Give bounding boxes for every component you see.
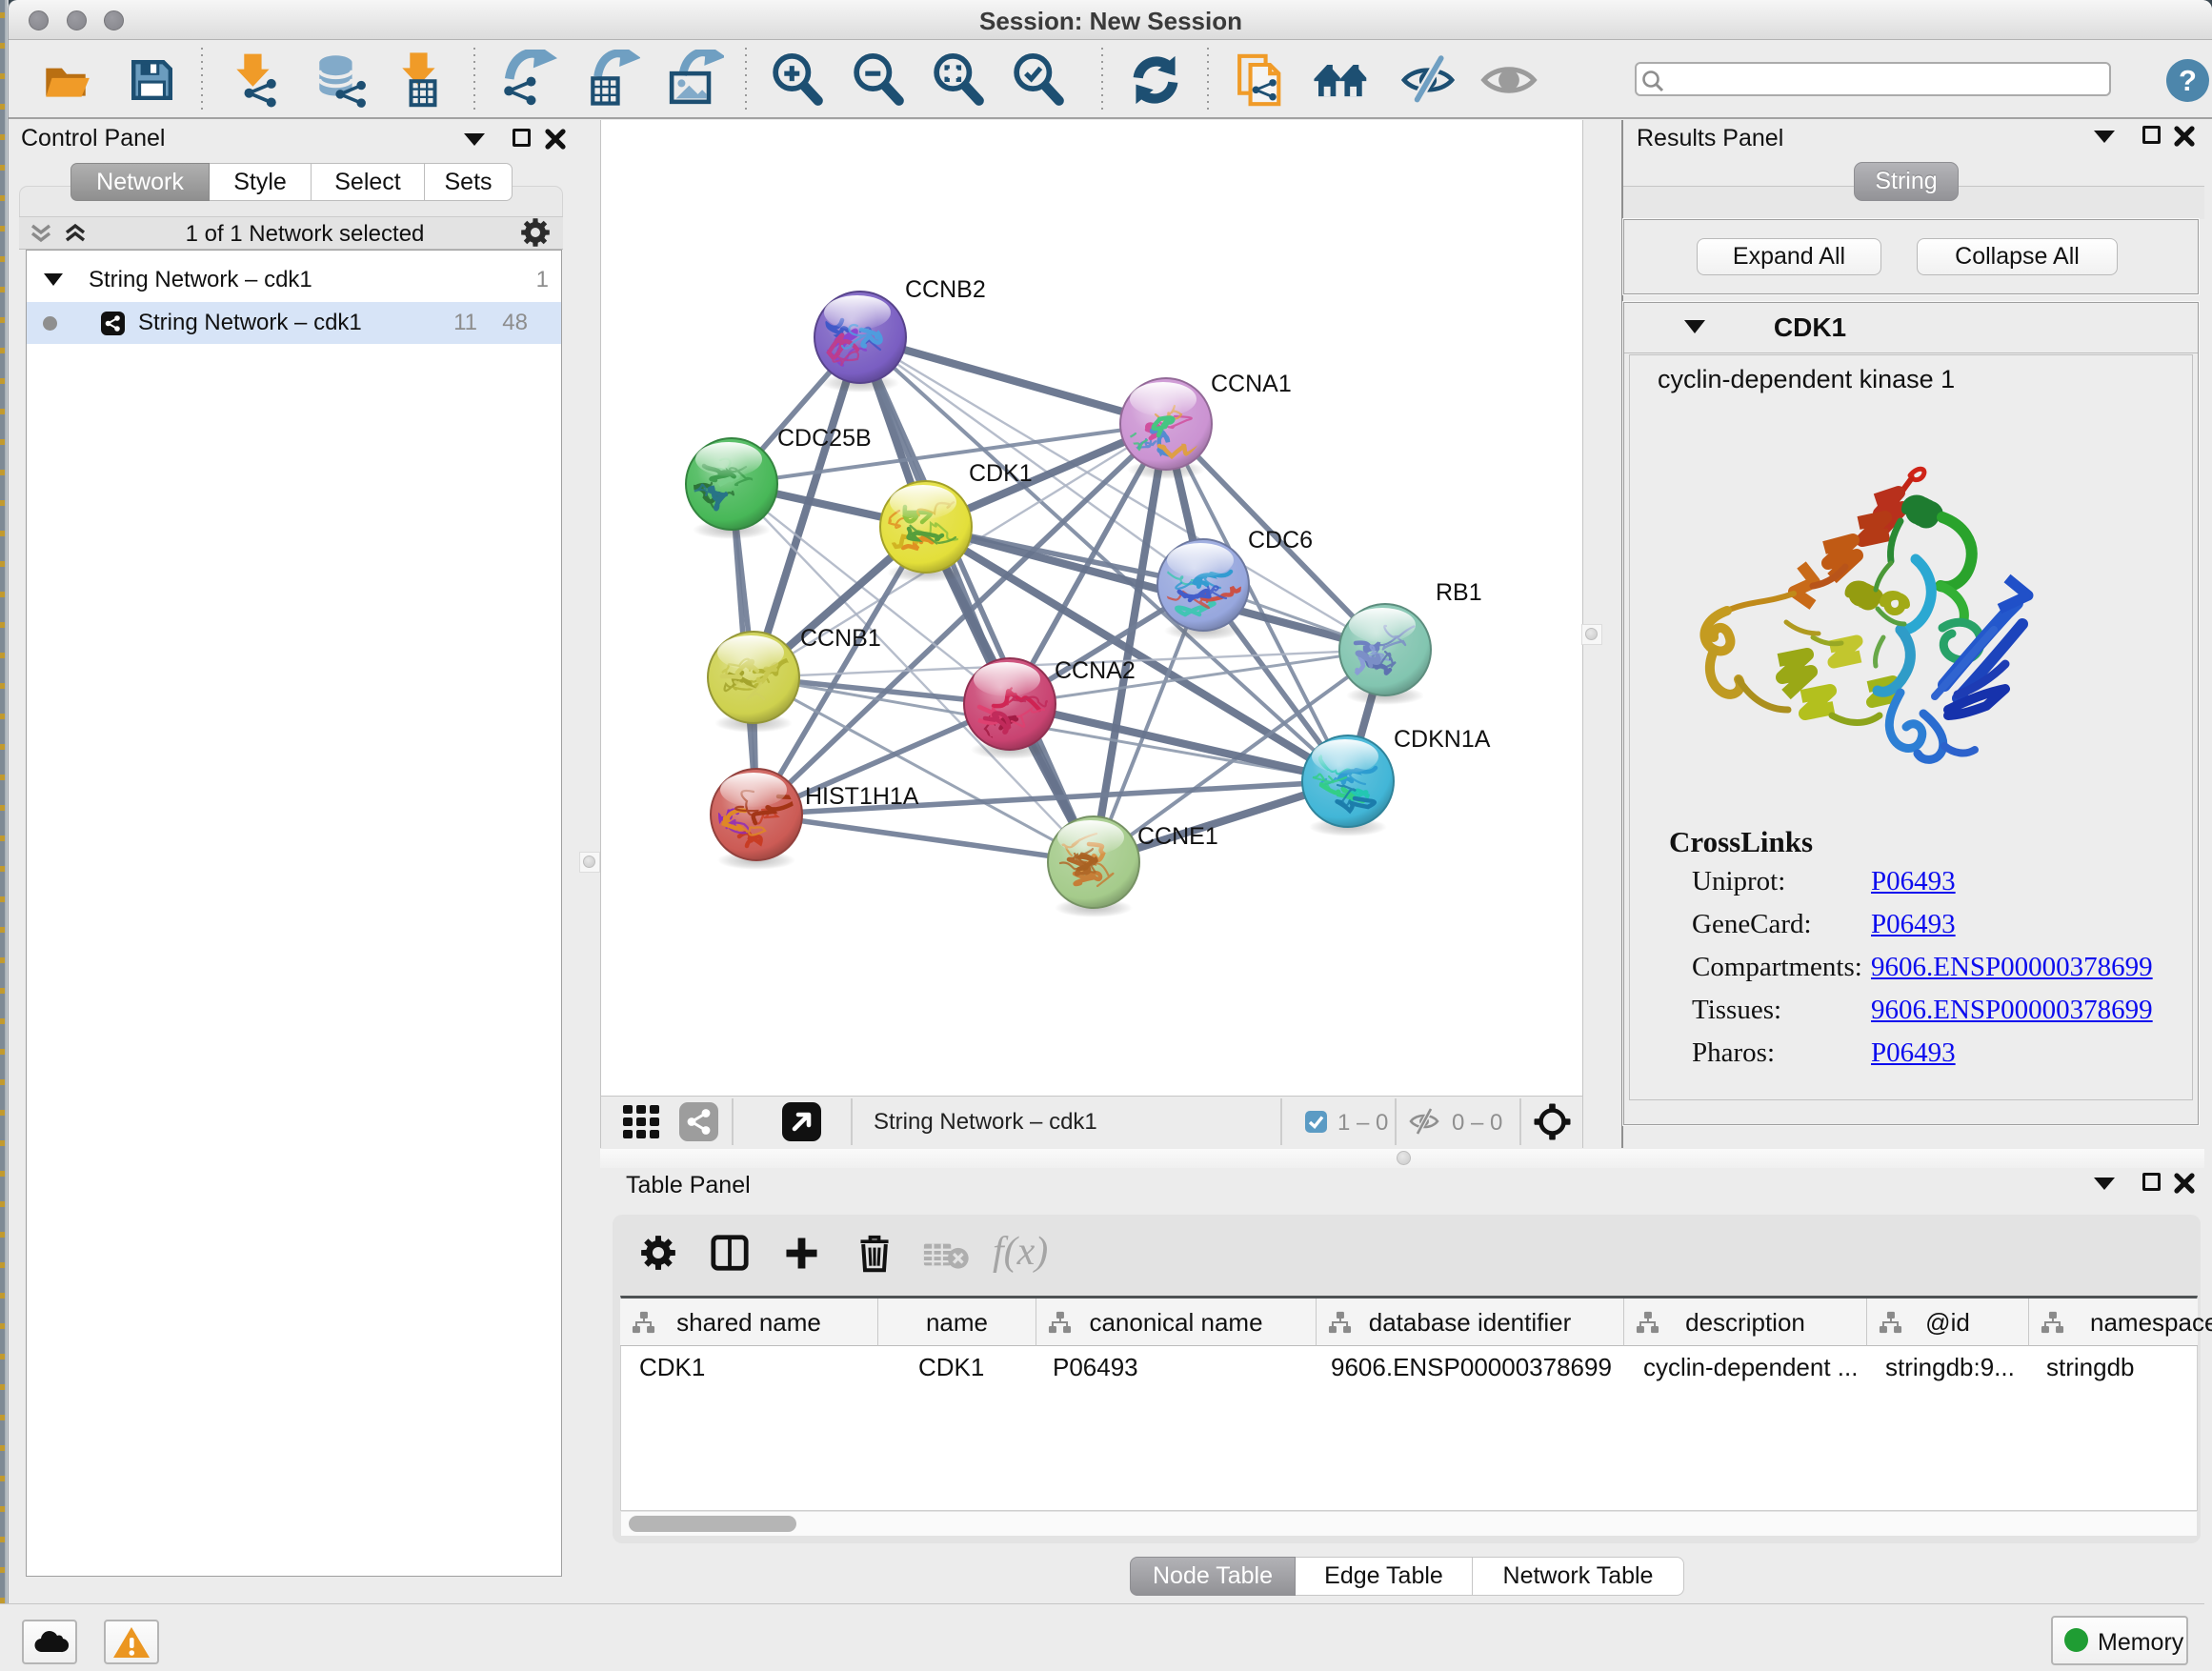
svg-text:CDKN1A: CDKN1A: [1394, 726, 1491, 753]
svg-text:HIST1H1A: HIST1H1A: [805, 783, 919, 810]
svg-text:CDK1: CDK1: [969, 460, 1033, 487]
svg-text:CCNA1: CCNA1: [1211, 371, 1292, 397]
svg-text:CCNA2: CCNA2: [1055, 657, 1136, 684]
svg-text:CCNE1: CCNE1: [1137, 823, 1218, 850]
svg-text:CDC6: CDC6: [1248, 527, 1313, 554]
svg-text:CDC25B: CDC25B: [777, 425, 872, 452]
svg-text:CCNB1: CCNB1: [800, 625, 881, 652]
svg-text:RB1: RB1: [1436, 579, 1482, 606]
svg-text:CCNB2: CCNB2: [905, 276, 986, 303]
